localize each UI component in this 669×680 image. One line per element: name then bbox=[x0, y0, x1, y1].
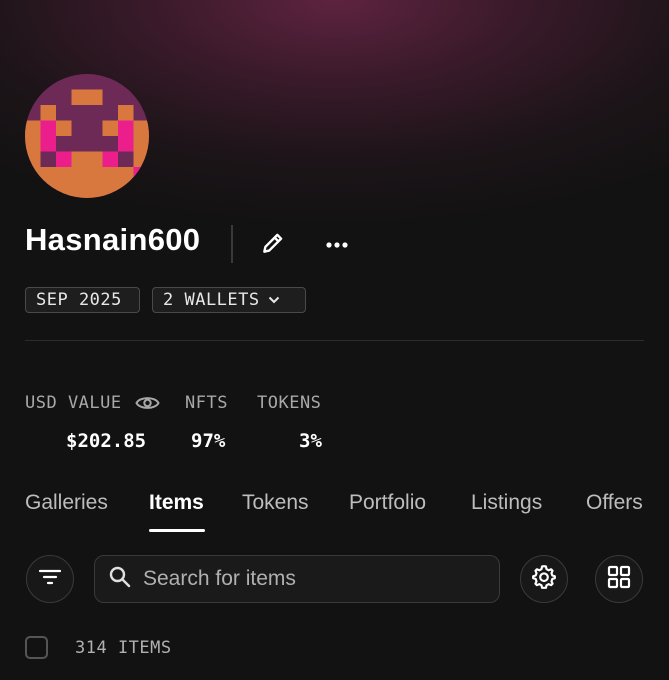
wallets-label: 2 WALLETS bbox=[163, 290, 260, 310]
gear-icon bbox=[531, 564, 557, 595]
edit-profile-button[interactable] bbox=[256, 228, 290, 262]
tokens-label: TOKENS bbox=[257, 393, 322, 413]
more-options-button[interactable] bbox=[320, 228, 354, 262]
tab-portfolio[interactable]: Portfolio bbox=[349, 491, 426, 515]
eye-icon[interactable] bbox=[135, 393, 160, 418]
view-toggle-button[interactable] bbox=[595, 555, 643, 603]
joined-date-badge: SEP 2025 bbox=[25, 287, 140, 313]
tab-items[interactable]: Items bbox=[149, 491, 204, 515]
header-background bbox=[0, 0, 669, 420]
filter-button[interactable] bbox=[26, 555, 74, 603]
chevron-down-icon bbox=[268, 296, 280, 304]
active-tab-indicator bbox=[149, 529, 205, 532]
joined-date-label: SEP 2025 bbox=[36, 290, 122, 310]
tab-galleries[interactable]: Galleries bbox=[25, 491, 108, 515]
search-field[interactable] bbox=[94, 555, 500, 603]
nfts-value: 97% bbox=[191, 430, 226, 452]
section-divider bbox=[25, 340, 644, 341]
settings-button[interactable] bbox=[520, 555, 568, 603]
header-divider bbox=[231, 225, 233, 263]
more-horizontal-icon bbox=[325, 236, 349, 254]
wallets-dropdown[interactable]: 2 WALLETS bbox=[152, 287, 306, 313]
tokens-value: 3% bbox=[299, 430, 322, 452]
tab-offers[interactable]: Offers bbox=[586, 491, 643, 515]
tab-listings[interactable]: Listings bbox=[471, 491, 542, 515]
usd-value-label: USD VALUE bbox=[25, 393, 122, 413]
search-icon bbox=[109, 566, 131, 593]
avatar[interactable] bbox=[25, 74, 149, 198]
items-count: 314 ITEMS bbox=[75, 638, 172, 658]
search-input[interactable] bbox=[141, 566, 475, 592]
select-all-checkbox[interactable] bbox=[25, 636, 48, 659]
grid-view-icon bbox=[607, 565, 631, 594]
tab-tokens[interactable]: Tokens bbox=[242, 491, 309, 515]
usd-value: $202.85 bbox=[66, 430, 147, 452]
profile-username: Hasnain600 bbox=[25, 222, 201, 257]
nfts-label: NFTS bbox=[185, 393, 228, 413]
pencil-icon bbox=[260, 230, 286, 261]
filter-icon bbox=[38, 568, 62, 591]
